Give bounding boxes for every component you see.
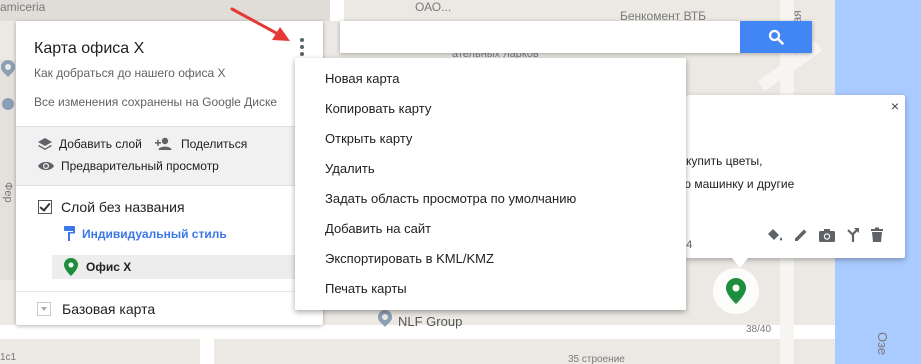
edit-pencil-icon[interactable] <box>793 227 809 243</box>
poi-dot-icon[interactable] <box>2 98 14 110</box>
directions-icon[interactable] <box>845 227 861 243</box>
add-layer-button[interactable]: Добавить слой <box>37 137 142 151</box>
menu-item-copy-map[interactable]: Копировать карту <box>325 101 431 116</box>
layer-name[interactable]: Слой без названия <box>61 199 185 215</box>
individual-style-link[interactable]: Индивидуальный стиль <box>64 226 227 242</box>
share-label: Поделиться <box>181 137 248 151</box>
map-sidebar-panel: Карта офиса X Как добраться до нашего оф… <box>16 21 323 325</box>
save-status: Все изменения сохранены на Google Диске <box>34 95 278 109</box>
menu-item-print-map[interactable]: Печать карты <box>325 281 407 296</box>
card-pointer <box>732 258 748 268</box>
menu-item-new-map[interactable]: Новая карта <box>325 71 399 86</box>
place-info-card: × е купить цветы, ую машинку и другие 34 <box>676 95 905 258</box>
add-layer-label: Добавить слой <box>59 137 142 151</box>
map-title[interactable]: Карта офиса X <box>34 40 144 58</box>
annotation-arrow-icon <box>230 7 290 41</box>
paint-roller-icon <box>64 226 75 241</box>
preview-button[interactable]: Предварительный просмотр <box>37 159 219 173</box>
preview-label: Предварительный просмотр <box>61 159 219 173</box>
menu-item-set-default-view[interactable]: Задать область просмотра по умолчанию <box>325 191 576 206</box>
map-label: 35 строение <box>568 354 625 364</box>
layer-row[interactable]: Слой без названия <box>38 199 185 215</box>
card-toolbar <box>766 227 884 243</box>
menu-item-export-kml[interactable]: Экспортировать в KML/KMZ <box>325 251 494 266</box>
search-icon <box>768 29 784 45</box>
map-road <box>330 0 344 21</box>
office-marker[interactable] <box>713 268 759 314</box>
map-label: 1с1 <box>0 352 17 363</box>
place-item[interactable]: Офис X <box>52 255 323 279</box>
actions-bar: Добавить слой Поделиться Предварительный… <box>16 126 323 186</box>
layer-visibility-checkbox[interactable] <box>38 200 52 214</box>
card-text-line: ую машинку и другие <box>676 177 795 191</box>
basemap-label: Базовая карта <box>62 301 156 317</box>
map-label: Фер <box>2 182 14 203</box>
map-block <box>0 60 16 280</box>
map-road <box>200 325 214 364</box>
map-label: amiceria <box>0 0 46 14</box>
close-icon[interactable]: × <box>891 98 899 114</box>
map-description[interactable]: Как добраться до нашего офиса X <box>34 66 225 80</box>
kebab-dot <box>300 38 304 42</box>
more-options-menu: Новая карта Копировать карту Открыть кар… <box>295 58 686 310</box>
kebab-dot <box>300 52 304 56</box>
map-label: Озе <box>875 332 890 356</box>
menu-item-delete[interactable]: Удалить <box>325 161 375 176</box>
add-person-icon <box>155 137 172 150</box>
menu-item-embed-on-site[interactable]: Добавить на сайт <box>325 221 431 236</box>
delete-trash-icon[interactable] <box>870 227 884 243</box>
green-pin-icon <box>64 258 78 276</box>
basemap-row[interactable]: Базовая карта <box>16 291 323 326</box>
camera-icon[interactable] <box>818 227 836 243</box>
green-pin-icon <box>726 278 746 304</box>
kebab-dot <box>300 45 304 49</box>
individual-style-label: Индивидуальный стиль <box>82 227 227 241</box>
place-label: Офис X <box>86 260 132 274</box>
card-text-line: е купить цветы, <box>676 154 763 168</box>
map-label: ОАО... <box>415 0 452 14</box>
share-button[interactable]: Поделиться <box>155 137 247 151</box>
map-label-nlf: NLF Group <box>398 314 463 329</box>
poi-marker-icon[interactable] <box>375 307 395 327</box>
search-button[interactable] <box>740 21 812 53</box>
paint-bucket-icon[interactable] <box>766 227 784 243</box>
search-box <box>340 21 812 53</box>
menu-item-open-map[interactable]: Открыть карту <box>325 131 412 146</box>
search-input[interactable] <box>340 21 760 53</box>
map-label: 38/40 <box>746 324 772 335</box>
layers-icon <box>38 138 52 150</box>
eye-icon <box>38 161 54 171</box>
expand-basemap-icon[interactable] <box>37 302 51 316</box>
more-options-icon[interactable] <box>296 37 308 57</box>
